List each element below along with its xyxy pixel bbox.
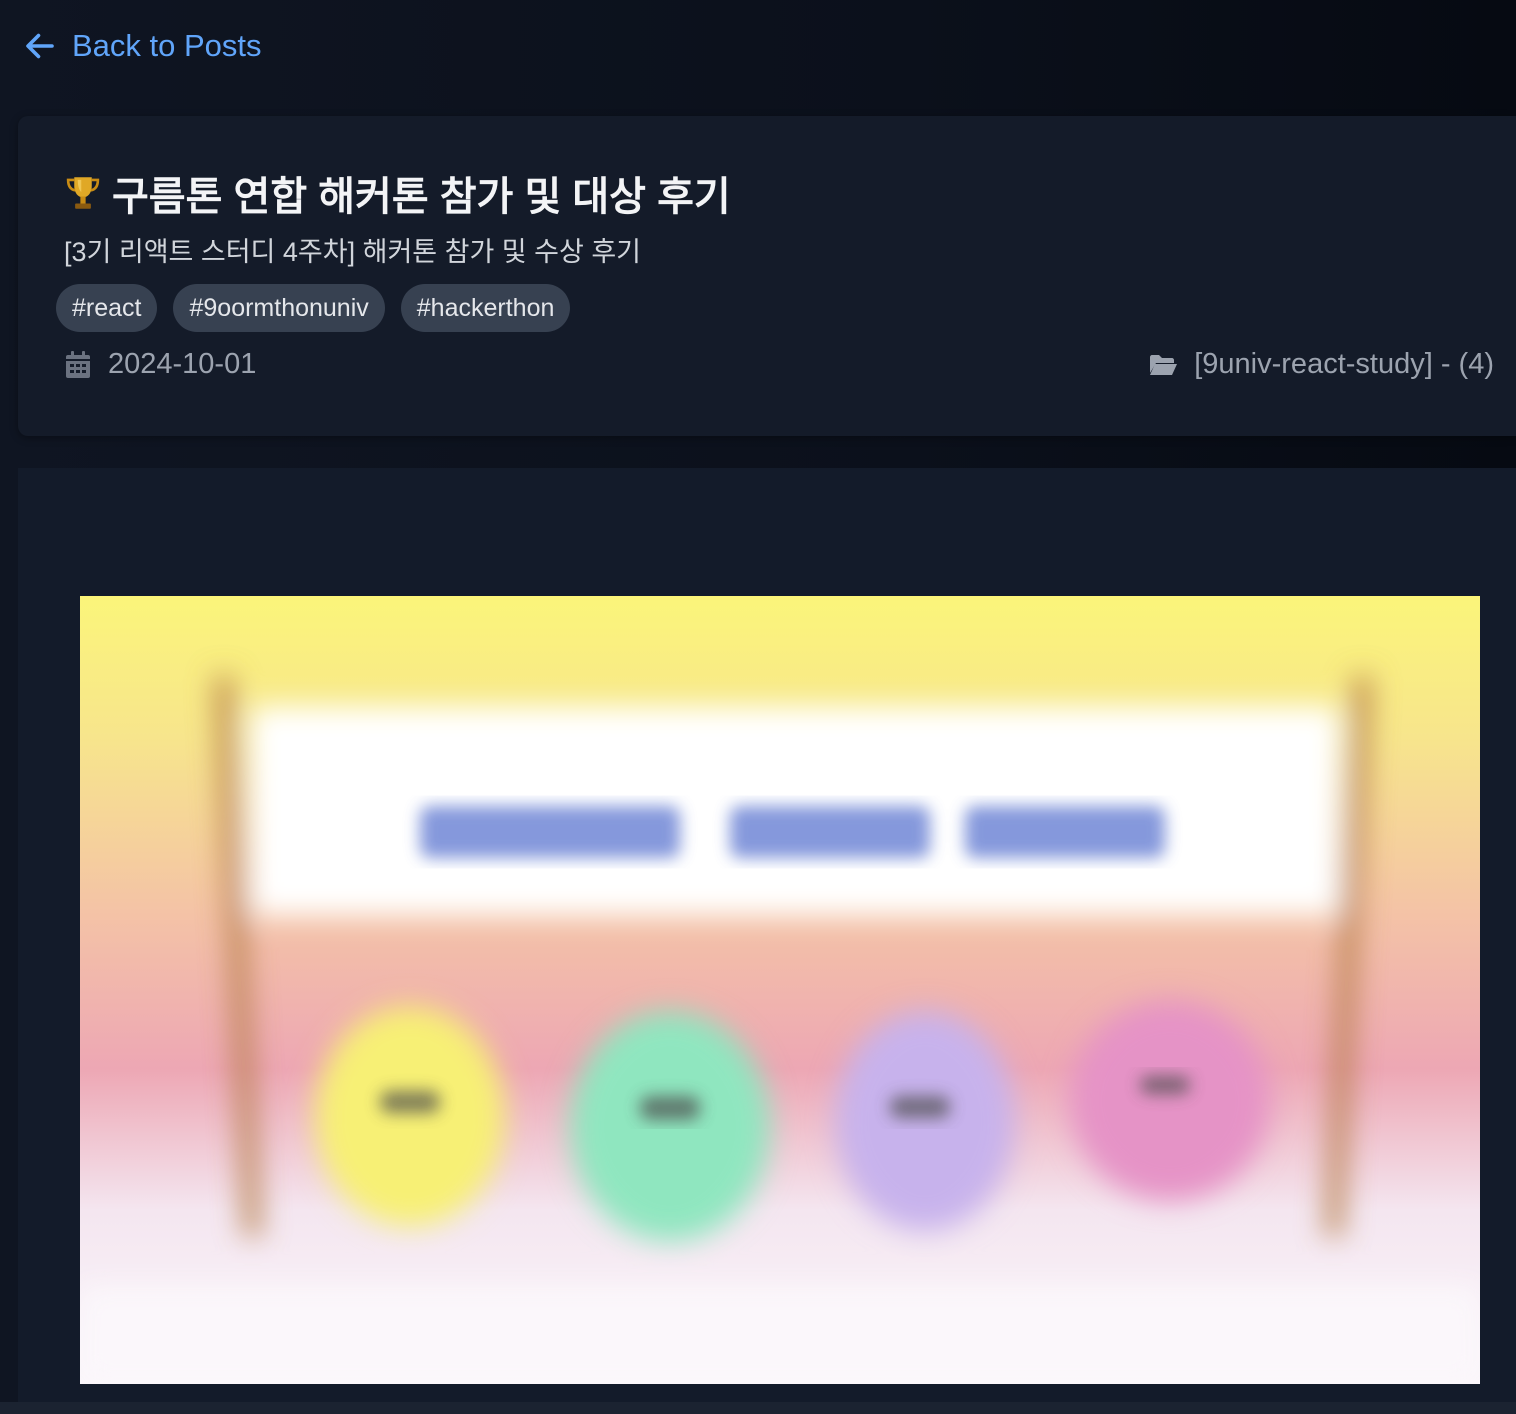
post-content	[18, 468, 1516, 1414]
tag-react[interactable]: #react	[56, 284, 158, 332]
post-subtitle: [3기 리액트 스터디 4주차] 해커톤 참가 및 수상 후기	[64, 237, 642, 267]
tag-hackerthon[interactable]: #hackerthon	[400, 284, 571, 332]
tag-list: #react #9oormthonuniv #hackerthon	[56, 284, 571, 332]
post-date: 2024-10-01	[64, 348, 256, 381]
trophy-icon	[66, 177, 100, 209]
arrow-left-icon	[26, 33, 54, 59]
post-title-text: 구름톤 연합 해커톤 참가 및 대상 후기	[112, 175, 731, 219]
hero-illustration	[80, 596, 1480, 1384]
post-title: 구름톤 연합 해커톤 참가 및 대상 후기	[62, 164, 731, 222]
back-to-posts-link[interactable]: Back to Posts	[22, 24, 262, 68]
bottom-strip	[0, 1402, 1516, 1414]
post-category-link[interactable]: [9univ-react-study] - (4)	[1148, 348, 1494, 381]
back-link-label: Back to Posts	[72, 28, 262, 63]
post-header-card: 구름톤 연합 해커톤 참가 및 대상 후기 [3기 리액트 스터디 4주차] 해…	[18, 116, 1516, 436]
tag-9oormthonuniv[interactable]: #9oormthonuniv	[173, 284, 385, 332]
hero-image	[80, 596, 1480, 1384]
post-date-text: 2024-10-01	[108, 348, 257, 380]
post-category-text: [9univ-react-study] - (4)	[1194, 348, 1494, 380]
folder-open-icon	[1150, 354, 1178, 375]
calendar-icon	[66, 350, 90, 378]
top-bar: Back to Posts	[0, 0, 1516, 116]
